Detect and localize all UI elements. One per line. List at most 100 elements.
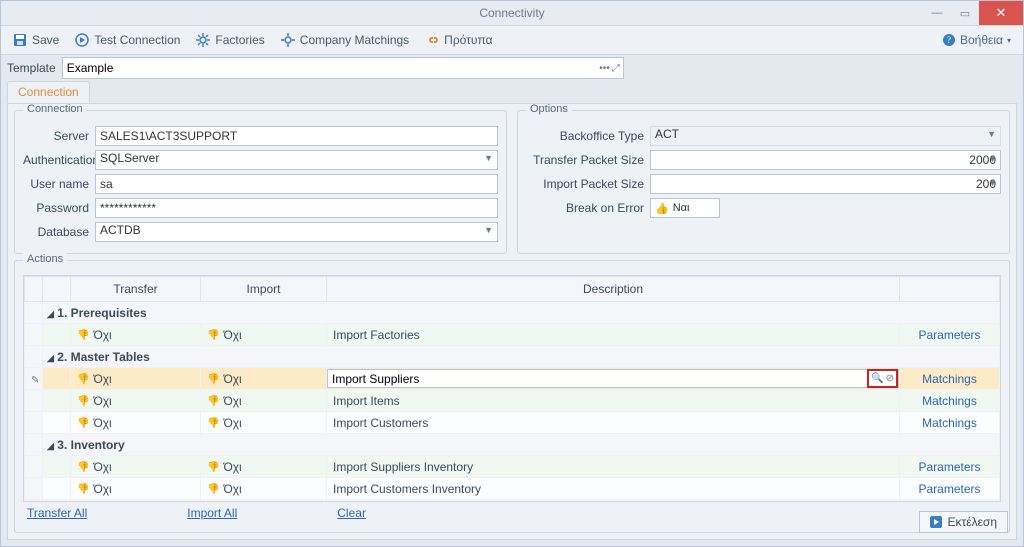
tab-label: Connection bbox=[18, 85, 79, 99]
backoffice-label: Backoffice Type bbox=[526, 129, 650, 143]
parameters-link[interactable]: Parameters bbox=[918, 328, 980, 342]
actions-group: Actions Transfer Import Description bbox=[14, 260, 1010, 533]
password-input[interactable] bbox=[95, 198, 498, 218]
no-toggle[interactable]: 👎Όχι bbox=[77, 328, 112, 342]
test-connection-button[interactable]: Test Connection bbox=[69, 31, 186, 49]
backoffice-select: ACT ▼ bbox=[650, 126, 1001, 146]
link-icon bbox=[425, 33, 439, 47]
table-row[interactable]: 👎Όχι👎ΌχιImport FactoriesParameters bbox=[25, 324, 1000, 346]
tab-page: Connection Server Authentication SQLServ… bbox=[7, 103, 1017, 540]
expand-header bbox=[43, 277, 71, 302]
group-title: 1. Prerequisites bbox=[57, 306, 146, 320]
no-toggle[interactable]: 👎Όχι bbox=[207, 460, 242, 474]
break-on-error-toggle[interactable]: 👍 Ναι bbox=[650, 198, 720, 218]
no-toggle[interactable]: 👎Όχι bbox=[207, 482, 242, 496]
window-controls: — ▭ ✕ bbox=[923, 1, 1023, 25]
template-input[interactable] bbox=[63, 61, 599, 75]
window-title: Connectivity bbox=[479, 6, 544, 20]
thumbs-down-icon: 👎 bbox=[77, 374, 89, 385]
auth-label: Authentication bbox=[23, 153, 95, 167]
description-input[interactable] bbox=[328, 372, 867, 386]
thumbs-down-icon: 👎 bbox=[77, 330, 89, 341]
table-row[interactable]: 👎Όχι👎ΌχιImport CustomersMatchings bbox=[25, 412, 1000, 434]
table-row[interactable]: 👎Όχι👎ΌχιImport ItemsMatchings bbox=[25, 390, 1000, 412]
import-header[interactable]: Import bbox=[201, 277, 327, 302]
description-cell: Import Customers Inventory bbox=[333, 482, 481, 496]
collapse-icon: ◢ bbox=[47, 353, 54, 363]
actions-grid[interactable]: Transfer Import Description ◢ 1. Prerequ… bbox=[23, 275, 1001, 502]
no-toggle[interactable]: 👎Όχι bbox=[77, 416, 112, 430]
server-input[interactable] bbox=[95, 126, 498, 146]
table-row[interactable]: 👎Όχι👎ΌχιImport Suppliers InventoryParame… bbox=[25, 456, 1000, 478]
test-connection-label: Test Connection bbox=[94, 33, 180, 47]
ellipsis-icon[interactable]: ••• bbox=[599, 63, 610, 74]
user-label: User name bbox=[23, 177, 95, 191]
import-size-input[interactable]: 200 ▼ bbox=[650, 174, 1001, 194]
auth-select[interactable]: SQLServer ▼ bbox=[95, 150, 498, 170]
tab-connection[interactable]: Connection bbox=[7, 81, 90, 103]
database-select[interactable]: ACTDB ▼ bbox=[95, 222, 498, 242]
execute-button[interactable]: Εκτέλεση bbox=[919, 511, 1008, 533]
database-value: ACTDB bbox=[100, 223, 141, 237]
matchings-link[interactable]: Matchings bbox=[922, 372, 977, 386]
parameters-link[interactable]: Parameters bbox=[918, 460, 980, 474]
no-toggle[interactable]: 👎Όχι bbox=[207, 394, 242, 408]
row-indicator-header bbox=[25, 277, 43, 302]
no-toggle[interactable]: 👎Όχι bbox=[207, 328, 242, 342]
chevron-down-icon: ▾ bbox=[1007, 36, 1011, 45]
company-matchings-button[interactable]: Company Matchings bbox=[275, 31, 415, 49]
transfer-size-input[interactable]: 2000 ▼ bbox=[650, 150, 1001, 170]
template-field[interactable]: ••• ⤢ bbox=[62, 57, 624, 79]
table-row[interactable]: 👎Όχι 👎Όχι Import Customers Inventory Parame… bbox=[25, 478, 1000, 500]
transfer-header[interactable]: Transfer bbox=[71, 277, 201, 302]
no-toggle[interactable]: 👎Όχι bbox=[77, 460, 112, 474]
no-toggle[interactable]: 👎Όχι bbox=[77, 482, 112, 496]
description-editor[interactable]: 🔍⊘ bbox=[327, 369, 899, 388]
thumbs-down-icon: 👎 bbox=[207, 374, 219, 385]
factories-label: Factories bbox=[215, 33, 264, 47]
minimize-button[interactable]: — bbox=[923, 1, 951, 25]
options-group: Options Backoffice Type ACT ▼ Transfer P… bbox=[517, 110, 1010, 254]
actions-table: Transfer Import Description ◢ 1. Prerequ… bbox=[24, 276, 1000, 502]
user-input[interactable] bbox=[95, 174, 498, 194]
templates-button[interactable]: Πρότυπα bbox=[419, 31, 498, 49]
save-button[interactable]: Save bbox=[7, 31, 65, 49]
import-all-link[interactable]: Import All bbox=[187, 506, 237, 520]
app-window: Connectivity — ▭ ✕ Save Test Connection … bbox=[0, 0, 1024, 547]
group-row[interactable]: ◢ 1. Prerequisites bbox=[25, 302, 1000, 324]
close-button[interactable]: ✕ bbox=[979, 1, 1023, 25]
template-row: Template ••• ⤢ bbox=[1, 55, 1023, 81]
main-toolbar: Save Test Connection Factories Company M… bbox=[1, 26, 1023, 55]
group-row[interactable]: ◢ 3. Inventory bbox=[25, 434, 1000, 456]
collapse-icon: ◢ bbox=[47, 441, 54, 451]
templates-label: Πρότυπα bbox=[444, 33, 492, 47]
matchings-link[interactable]: Matchings bbox=[922, 416, 977, 430]
clear-icon[interactable]: ⊘ bbox=[886, 373, 894, 384]
maximize-button[interactable]: ▭ bbox=[951, 1, 979, 25]
help-icon: ? bbox=[942, 33, 956, 47]
group-title: 2. Master Tables bbox=[57, 350, 149, 364]
no-toggle[interactable]: 👎Όχι bbox=[77, 372, 112, 386]
server-label: Server bbox=[23, 129, 95, 143]
thumbs-down-icon: 👎 bbox=[77, 462, 89, 473]
save-icon bbox=[13, 33, 27, 47]
factories-button[interactable]: Factories bbox=[190, 31, 270, 49]
transfer-all-link[interactable]: Transfer All bbox=[27, 506, 87, 520]
group-row[interactable]: ◢ 2. Master Tables bbox=[25, 346, 1000, 368]
parameters-link[interactable]: Parameters bbox=[918, 482, 980, 496]
no-toggle[interactable]: 👎Όχι bbox=[207, 372, 242, 386]
thumbs-down-icon: 👎 bbox=[77, 396, 89, 407]
matchings-link[interactable]: Matchings bbox=[922, 394, 977, 408]
no-toggle[interactable]: 👎Όχι bbox=[207, 416, 242, 430]
clear-link[interactable]: Clear bbox=[337, 506, 366, 520]
thumbs-down-icon: 👎 bbox=[207, 484, 219, 495]
help-button[interactable]: ? Βοήθεια ▾ bbox=[936, 31, 1017, 49]
search-icon[interactable]: 🔍 bbox=[871, 373, 883, 384]
description-header[interactable]: Description bbox=[327, 277, 900, 302]
table-row[interactable]: ✎👎Όχι👎Όχι🔍⊘Matchings bbox=[25, 368, 1000, 390]
backoffice-value: ACT bbox=[655, 127, 679, 141]
import-size-label: Import Packet Size bbox=[526, 177, 650, 191]
no-toggle[interactable]: 👎Όχι bbox=[77, 394, 112, 408]
expand-icon[interactable]: ⤢ bbox=[612, 63, 620, 74]
thumbs-down-icon: 👎 bbox=[77, 484, 89, 495]
